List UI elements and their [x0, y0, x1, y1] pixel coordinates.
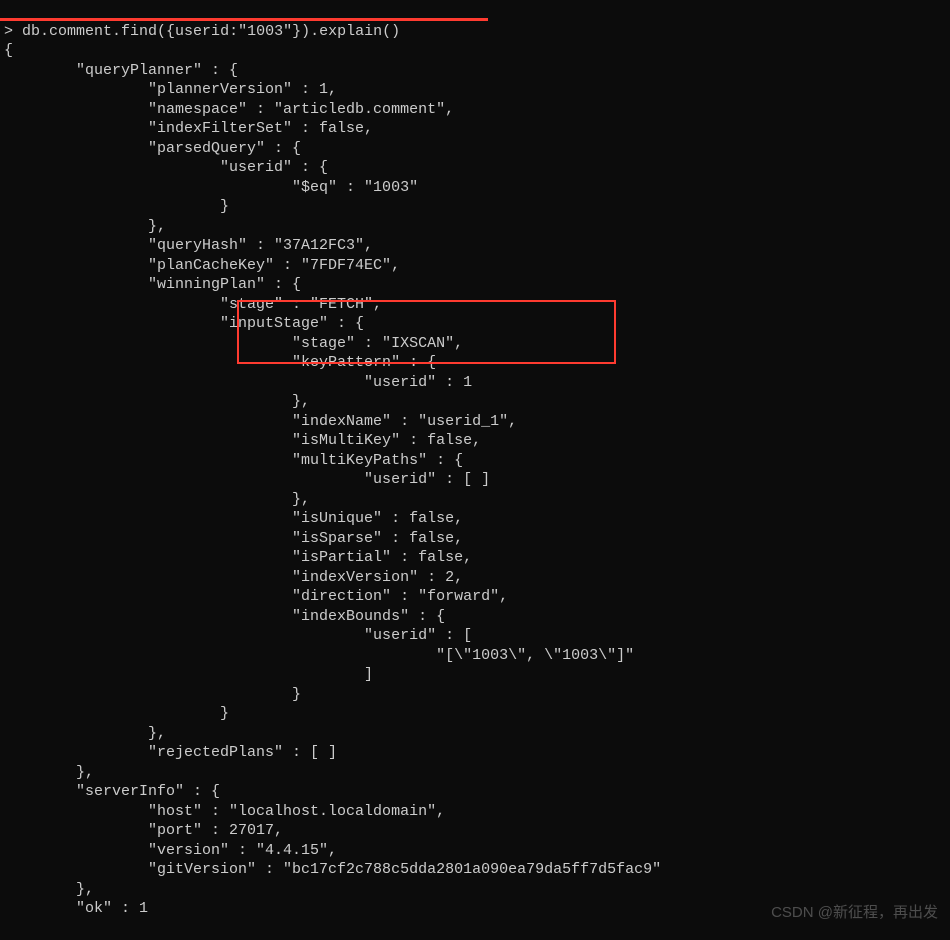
output-line: "winningPlan" : {	[4, 275, 946, 295]
output-line: }	[4, 685, 946, 705]
output-line: "parsedQuery" : {	[4, 139, 946, 159]
output-line: },	[4, 490, 946, 510]
output-line: }	[4, 704, 946, 724]
output-line: "planCacheKey" : "7FDF74EC",	[4, 256, 946, 276]
output-line: },	[4, 217, 946, 237]
output-line: "port" : 27017,	[4, 821, 946, 841]
output-line: "serverInfo" : {	[4, 782, 946, 802]
output-line: },	[4, 724, 946, 744]
output-lines: { "queryPlanner" : { "plannerVersion" : …	[4, 41, 946, 919]
output-line: "keyPattern" : {	[4, 353, 946, 373]
output-line: "$eq" : "1003"	[4, 178, 946, 198]
output-line: "host" : "localhost.localdomain",	[4, 802, 946, 822]
output-line: "userid" : 1	[4, 373, 946, 393]
output-line: {	[4, 41, 946, 61]
watermark-text: CSDN @新征程，再出发	[771, 903, 938, 923]
output-line: "stage" : "IXSCAN",	[4, 334, 946, 354]
output-line: }	[4, 197, 946, 217]
output-line: "namespace" : "articledb.comment",	[4, 100, 946, 120]
output-line: "indexVersion" : 2,	[4, 568, 946, 588]
output-line: "[\"1003\", \"1003\"]"	[4, 646, 946, 666]
command-text: db.comment.find({userid:"1003"}).explain…	[22, 23, 400, 40]
output-line: ]	[4, 665, 946, 685]
output-line: },	[4, 392, 946, 412]
output-line: "plannerVersion" : 1,	[4, 80, 946, 100]
terminal-output: > db.comment.find({userid:"1003"}).expla…	[0, 0, 950, 940]
output-line: "direction" : "forward",	[4, 587, 946, 607]
output-line: "isSparse" : false,	[4, 529, 946, 549]
output-line: "queryPlanner" : {	[4, 61, 946, 81]
output-line: "multiKeyPaths" : {	[4, 451, 946, 471]
output-line: "userid" : {	[4, 158, 946, 178]
prompt-char: >	[4, 23, 13, 40]
command-underline-annotation	[0, 18, 488, 21]
output-line: "queryHash" : "37A12FC3",	[4, 236, 946, 256]
output-line: },	[4, 763, 946, 783]
output-line: },	[4, 880, 946, 900]
output-line: "isUnique" : false,	[4, 509, 946, 529]
output-line: "userid" : [ ]	[4, 470, 946, 490]
output-line: "isMultiKey" : false,	[4, 431, 946, 451]
output-line: "gitVersion" : "bc17cf2c788c5dda2801a090…	[4, 860, 946, 880]
output-line: "indexName" : "userid_1",	[4, 412, 946, 432]
output-line: "inputStage" : {	[4, 314, 946, 334]
output-line: "rejectedPlans" : [ ]	[4, 743, 946, 763]
output-line: "stage" : "FETCH",	[4, 295, 946, 315]
output-line: "indexFilterSet" : false,	[4, 119, 946, 139]
output-line: "version" : "4.4.15",	[4, 841, 946, 861]
output-line: "indexBounds" : {	[4, 607, 946, 627]
output-line: "isPartial" : false,	[4, 548, 946, 568]
output-line: "userid" : [	[4, 626, 946, 646]
